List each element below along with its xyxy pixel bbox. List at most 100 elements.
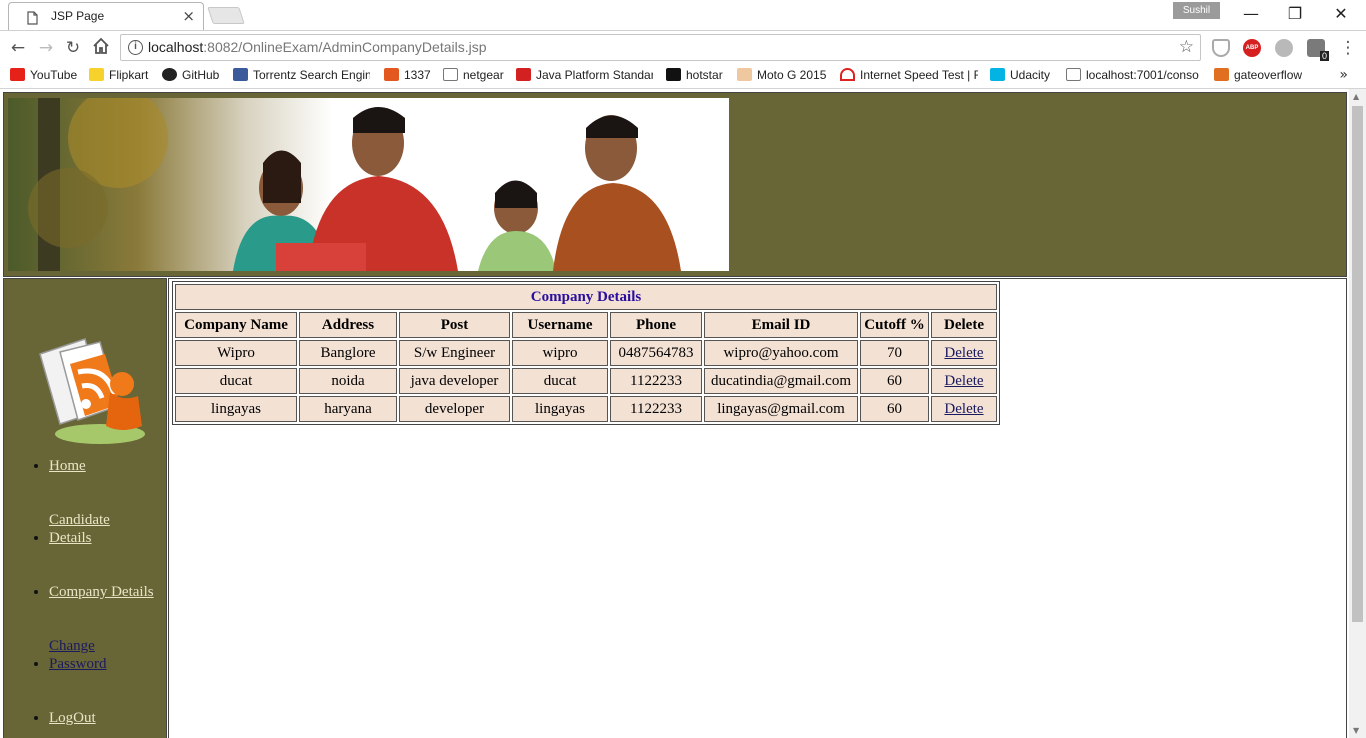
page-icon bbox=[27, 10, 38, 29]
sidebar-item-company-details: Company Details bbox=[49, 583, 154, 601]
bookmark-flipkart[interactable]: Flipkart bbox=[89, 68, 153, 86]
address-cell: noida bbox=[299, 368, 397, 394]
sidebar-item-candidate-details: Candidate Details bbox=[49, 511, 154, 547]
delete-link[interactable]: Delete bbox=[944, 401, 983, 417]
candidate-details-link[interactable]: Candidate Details bbox=[49, 511, 139, 547]
browser-toolbar: ← → ↻ i localhost:8082/OnlineExam/AdminC… bbox=[0, 30, 1366, 64]
address-bar[interactable]: i localhost:8082/OnlineExam/AdminCompany… bbox=[120, 34, 1201, 61]
bookmark-udacity[interactable]: Udacity bbox=[990, 68, 1056, 86]
extension-badge-icon[interactable]: 0 bbox=[1307, 39, 1329, 61]
bookmark-github[interactable]: GitHub bbox=[162, 68, 224, 86]
scroll-up-arrow-icon[interactable]: ▲ bbox=[1353, 92, 1359, 101]
delete-cell: Delete bbox=[931, 340, 997, 366]
email-cell: ducatindia@gmail.com bbox=[704, 368, 858, 394]
column-header: Address bbox=[299, 312, 397, 338]
cutoff-cell: 60 bbox=[860, 396, 929, 422]
bookmark-hotstar[interactable]: hotstar bbox=[666, 68, 728, 86]
address-url[interactable]: localhost:8082/OnlineExam/AdminCompanyDe… bbox=[148, 39, 487, 55]
bookmark-torrentz[interactable]: Torrentz Search Engin bbox=[233, 68, 370, 86]
bookmark-localhost-console[interactable]: localhost:7001/consol bbox=[1066, 68, 1199, 86]
delete-link[interactable]: Delete bbox=[944, 345, 983, 361]
restore-button[interactable]: ❐ bbox=[1272, 3, 1318, 25]
forward-arrow-icon[interactable]: → bbox=[35, 37, 57, 59]
email-cell: lingayas@gmail.com bbox=[704, 396, 858, 422]
column-header: Cutoff % bbox=[860, 312, 929, 338]
column-header: Post bbox=[399, 312, 510, 338]
table-caption-row: Company Details bbox=[175, 284, 997, 310]
delete-link[interactable]: Delete bbox=[944, 373, 983, 389]
phone-cell: 1122233 bbox=[610, 396, 702, 422]
bookmark-moto-g[interactable]: Moto G 2015 bbox=[737, 68, 832, 86]
company-name-cell: Wipro bbox=[175, 340, 297, 366]
rss-reader-logo bbox=[30, 334, 145, 450]
username-cell: lingayas bbox=[512, 396, 608, 422]
scroll-down-arrow-icon[interactable]: ▼ bbox=[1353, 726, 1359, 735]
shield-extension-icon[interactable] bbox=[1212, 39, 1230, 57]
column-header: Company Name bbox=[175, 312, 297, 338]
post-cell: S/w Engineer bbox=[399, 340, 510, 366]
cutoff-cell: 60 bbox=[860, 368, 929, 394]
email-cell: wipro@yahoo.com bbox=[704, 340, 858, 366]
delete-cell: Delete bbox=[931, 396, 997, 422]
students-banner-image bbox=[8, 98, 729, 271]
sidebar-nav: Home Candidate Details Company Details C… bbox=[32, 457, 154, 738]
home-link[interactable]: Home bbox=[49, 458, 86, 474]
extension-icon[interactable] bbox=[1275, 39, 1293, 57]
main-content: Company Details Company Name Address Pos… bbox=[168, 278, 1347, 738]
table-row: Wipro Banglore S/w Engineer wipro 048756… bbox=[175, 340, 997, 366]
company-name-cell: ducat bbox=[175, 368, 297, 394]
close-window-button[interactable]: ✕ bbox=[1318, 3, 1364, 25]
bookmarks-overflow-icon[interactable]: » bbox=[1339, 67, 1348, 83]
vertical-scrollbar[interactable]: ▲ ▼ bbox=[1349, 89, 1366, 738]
browser-tab[interactable]: JSP Page × bbox=[8, 2, 204, 30]
bookmark-java-platform[interactable]: Java Platform Standar bbox=[516, 68, 653, 86]
back-arrow-icon[interactable]: ← bbox=[7, 37, 29, 59]
tab-close-icon[interactable]: × bbox=[182, 7, 195, 25]
address-cell: haryana bbox=[299, 396, 397, 422]
home-icon[interactable] bbox=[90, 37, 112, 59]
post-cell: java developer bbox=[399, 368, 510, 394]
company-details-table: Company Details Company Name Address Pos… bbox=[172, 281, 1000, 425]
bookmark-speed-test[interactable]: Internet Speed Test | F bbox=[840, 68, 978, 86]
sidebar-item-logout: LogOut bbox=[49, 709, 154, 727]
company-details-link[interactable]: Company Details bbox=[49, 584, 154, 600]
bookmark-star-icon[interactable]: ☆ bbox=[1179, 37, 1194, 57]
menu-kebab-icon[interactable]: ⋮ bbox=[1337, 37, 1359, 59]
column-header: Username bbox=[512, 312, 608, 338]
phone-cell: 1122233 bbox=[610, 368, 702, 394]
delete-cell: Delete bbox=[931, 368, 997, 394]
bookmarks-bar: YouTube Flipkart GitHub Torrentz Search … bbox=[0, 64, 1366, 89]
change-password-link[interactable]: Change Password bbox=[49, 637, 129, 673]
profile-badge[interactable]: Sushil bbox=[1173, 2, 1220, 19]
phone-cell: 0487564783 bbox=[610, 340, 702, 366]
table-header-row: Company Name Address Post Username Phone… bbox=[175, 312, 997, 338]
sidebar-item-home: Home bbox=[49, 457, 154, 475]
new-tab-button[interactable] bbox=[207, 7, 245, 24]
header-banner bbox=[3, 92, 1347, 277]
company-name-cell: lingayas bbox=[175, 396, 297, 422]
scrollbar-thumb[interactable] bbox=[1352, 106, 1363, 622]
bookmark-gateoverflow[interactable]: gateoverflow bbox=[1214, 68, 1308, 86]
info-icon[interactable]: i bbox=[128, 40, 143, 55]
sidebar: Home Candidate Details Company Details C… bbox=[3, 278, 167, 738]
username-cell: wipro bbox=[512, 340, 608, 366]
username-cell: ducat bbox=[512, 368, 608, 394]
cutoff-cell: 70 bbox=[860, 340, 929, 366]
table-row: ducat noida java developer ducat 1122233… bbox=[175, 368, 997, 394]
reload-icon[interactable]: ↻ bbox=[62, 37, 84, 59]
page-viewport: Home Candidate Details Company Details C… bbox=[0, 89, 1366, 738]
column-header: Phone bbox=[610, 312, 702, 338]
bookmark-1337[interactable]: 1337 bbox=[384, 68, 434, 86]
post-cell: developer bbox=[399, 396, 510, 422]
table-row: lingayas haryana developer lingayas 1122… bbox=[175, 396, 997, 422]
minimize-button[interactable]: — bbox=[1228, 3, 1274, 25]
tab-title: JSP Page bbox=[51, 9, 105, 23]
sidebar-item-change-password: Change Password bbox=[49, 637, 154, 673]
bookmark-youtube[interactable]: YouTube bbox=[10, 68, 80, 86]
table-caption: Company Details bbox=[175, 284, 997, 310]
address-cell: Banglore bbox=[299, 340, 397, 366]
adblock-extension-icon[interactable]: ABP bbox=[1243, 39, 1261, 57]
tab-strip: JSP Page × Sushil — ❐ ✕ bbox=[0, 0, 1366, 30]
bookmark-netgear[interactable]: netgear bbox=[443, 68, 507, 86]
logout-link[interactable]: LogOut bbox=[49, 710, 96, 726]
